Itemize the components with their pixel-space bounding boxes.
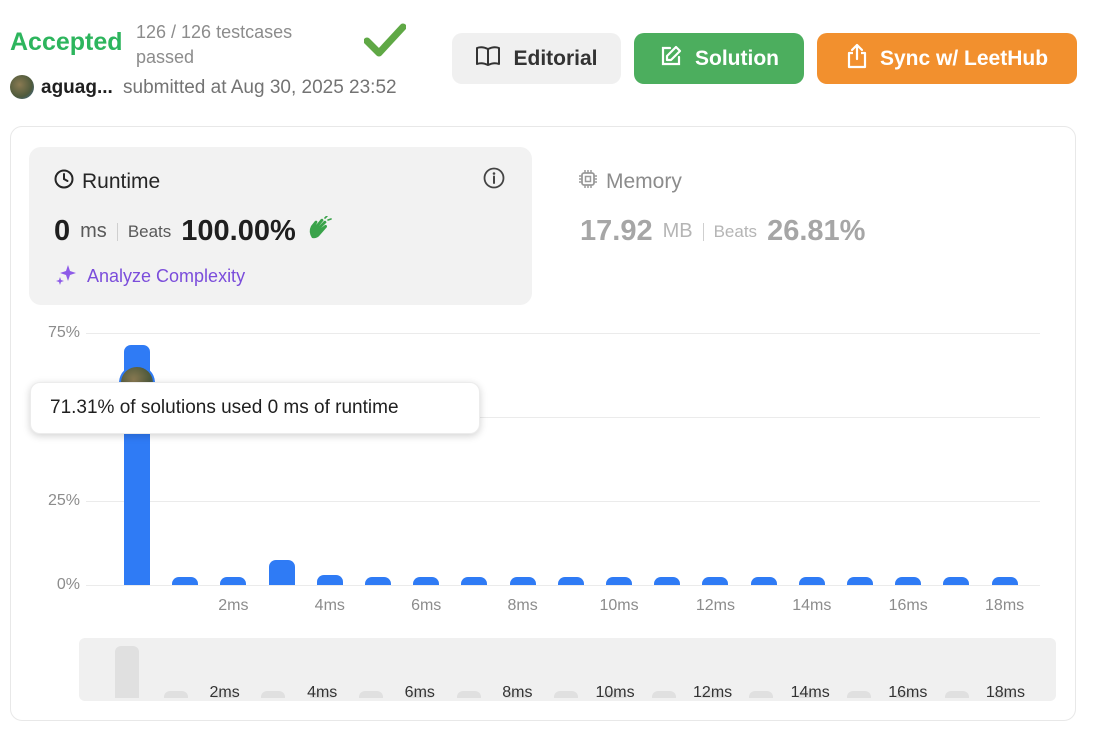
editorial-label: Editorial	[513, 46, 598, 70]
sync-label: Sync w/ LeetHub	[879, 46, 1049, 70]
y-tick-label: 0%	[56, 576, 80, 593]
chart-bar-1ms[interactable]	[172, 577, 199, 585]
runtime-beats-label: Beats	[127, 221, 172, 241]
y-tick-label: 25%	[47, 492, 80, 509]
clap-icon	[306, 215, 332, 247]
book-icon	[475, 45, 501, 73]
chart-bar-9ms[interactable]	[557, 577, 584, 585]
x-tick-label: 6ms	[411, 597, 442, 614]
x-tick-label: 18ms	[985, 597, 1025, 614]
chip-icon	[578, 169, 598, 195]
navigator-tick-label: 12ms	[693, 684, 733, 701]
navigator-tick-label: 14ms	[790, 684, 830, 701]
chart-bar-6ms[interactable]	[413, 577, 440, 585]
navigator-tick-label: 8ms	[502, 684, 533, 701]
navigator-tick-label: 10ms	[595, 684, 635, 701]
runtime-value: 0	[54, 215, 71, 247]
divider	[702, 222, 704, 241]
solution-label: Solution	[695, 46, 779, 70]
navigator-bar-3ms	[261, 691, 286, 698]
x-tick-label: 12ms	[695, 597, 735, 614]
chart-gridline	[86, 585, 1040, 586]
chart-tooltip: 71.31% of solutions used 0 ms of runtime	[30, 382, 480, 434]
navigator-tick-label: 2ms	[209, 684, 240, 701]
runtime-unit: ms	[80, 220, 107, 242]
chart-bar-14ms[interactable]	[798, 577, 825, 585]
navigator-bar-17ms	[944, 691, 969, 698]
x-tick-label: 8ms	[507, 597, 538, 614]
chart-gridline	[86, 333, 1040, 334]
memory-stats: 17.92 MB Beats 26.81%	[580, 215, 865, 248]
runtime-stats: 0 ms Beats 100.00%	[54, 215, 332, 248]
memory-value: 17.92	[580, 215, 653, 247]
chart-bar-11ms[interactable]	[654, 577, 681, 585]
memory-unit: MB	[662, 220, 693, 242]
navigator-tick-label: 16ms	[888, 684, 928, 701]
clock-icon	[54, 169, 74, 195]
chart-gridline	[86, 501, 1040, 502]
submitted-time: submitted at Aug 30, 2025 23:52	[123, 77, 397, 98]
navigator-tick-label: 4ms	[307, 684, 338, 701]
chart-bar-7ms[interactable]	[461, 577, 488, 585]
navigator-bar-13ms	[749, 691, 774, 698]
runtime-beats-percent: 100.00%	[181, 215, 296, 247]
chart-bar-5ms[interactable]	[365, 577, 391, 585]
avatar[interactable]	[10, 75, 34, 99]
y-tick-label: 75%	[47, 324, 80, 341]
navigator-bar-7ms	[456, 691, 481, 698]
x-tick-label: 4ms	[314, 597, 345, 614]
chart-bar-18ms[interactable]	[991, 577, 1018, 585]
chart-bar-17ms[interactable]	[943, 577, 970, 585]
edit-icon	[659, 44, 683, 74]
chart-bar-15ms[interactable]	[847, 577, 873, 585]
navigator-bar-1ms	[163, 691, 188, 698]
info-icon[interactable]	[483, 167, 505, 194]
chart-bar-13ms[interactable]	[750, 577, 777, 585]
chart-bar-12ms[interactable]	[702, 577, 729, 585]
navigator-tick-label: 18ms	[985, 684, 1025, 701]
check-icon	[363, 22, 407, 63]
sparkle-icon	[55, 263, 79, 290]
runtime-title: Runtime	[54, 169, 160, 195]
x-tick-label: 16ms	[888, 597, 928, 614]
chart-bar-3ms[interactable]	[268, 559, 295, 585]
memory-title[interactable]: Memory	[578, 169, 682, 195]
navigator-bar-11ms	[651, 691, 676, 698]
memory-beats-label: Beats	[713, 221, 758, 241]
x-tick-label: 10ms	[599, 597, 639, 614]
testcases-passed: 126 / 126 testcases passed	[136, 22, 293, 67]
navigator-bar-5ms	[359, 691, 383, 698]
analyze-complexity-link[interactable]: Analyze Complexity	[55, 263, 245, 290]
sync-leethub-button[interactable]: Sync w/ LeetHub	[817, 33, 1077, 84]
navigator-bar-15ms	[847, 691, 871, 698]
navigator-bar-9ms	[554, 691, 579, 698]
editorial-button[interactable]: Editorial	[452, 33, 621, 84]
chart-bar-8ms[interactable]	[509, 577, 536, 585]
chart-bar-2ms[interactable]	[220, 577, 247, 585]
navigator-tick-label: 6ms	[404, 684, 435, 701]
x-tick-label: 2ms	[218, 597, 249, 614]
chart-bar-10ms[interactable]	[606, 577, 632, 585]
divider	[116, 222, 118, 241]
chart-bar-16ms[interactable]	[895, 577, 922, 585]
chart-bar-4ms[interactable]	[316, 574, 343, 585]
x-tick-label: 14ms	[792, 597, 832, 614]
memory-beats-percent: 26.81%	[767, 215, 866, 247]
navigator-bar-0ms	[115, 646, 139, 698]
solution-button[interactable]: Solution	[634, 33, 804, 84]
status-accepted: Accepted	[10, 28, 123, 56]
username[interactable]: aguag...	[41, 77, 113, 99]
share-icon	[846, 43, 868, 75]
